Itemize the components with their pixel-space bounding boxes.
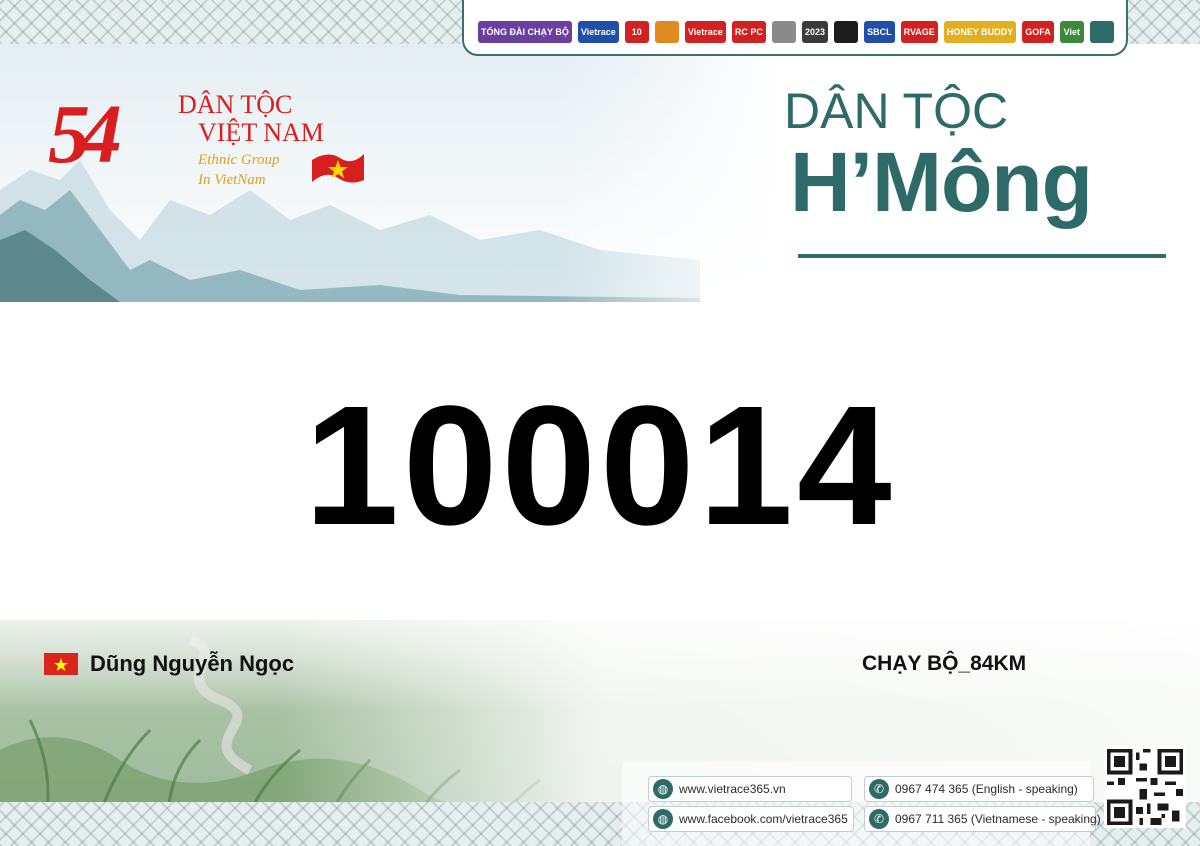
group-prefix: DÂN TỘC <box>784 83 1009 139</box>
phone-icon: ✆ <box>869 779 889 799</box>
contact-website[interactable]: ◍ www.vietrace365.vn <box>648 776 852 802</box>
sponsor-logo: 10 <box>624 21 649 43</box>
logo-number: 54 <box>48 88 122 181</box>
sponsor-logo: RC PC <box>731 21 766 43</box>
qr-code-image <box>1107 749 1183 825</box>
sponsor-bar: TỔNG ĐÀI CHẠY BỘ Vietrace 10 Vietrace RC PC 2… <box>462 0 1128 56</box>
vietnam-flag-icon <box>312 154 364 183</box>
sponsor-logo <box>771 21 796 43</box>
website-text: www.vietrace365.vn <box>679 782 786 796</box>
sponsor-logo: SBCL <box>864 21 895 43</box>
contact-phone-english[interactable]: ✆ 0967 474 365 (English - speaking) <box>864 776 1094 802</box>
contact-phone-vietnamese[interactable]: ✆ 0967 711 365 (Vietnamese - speaking) <box>864 806 1101 832</box>
sponsor-logo: 2023 <box>801 21 828 43</box>
sponsor-logo <box>1089 21 1114 43</box>
runner-name: Dũng Nguyễn Ngọc <box>90 651 295 676</box>
logo-line-1: DÂN TỘC <box>178 90 293 119</box>
sponsor-logo <box>654 21 679 43</box>
globe-icon: ◍ <box>653 779 673 799</box>
qr-code[interactable] <box>1104 746 1186 828</box>
phone-icon: ✆ <box>869 809 889 829</box>
bib-number-panel: 100014 <box>0 302 1200 620</box>
contact-facebook[interactable]: ◍ www.facebook.com/vietrace365 <box>648 806 854 832</box>
sponsor-logo: Viet <box>1059 21 1084 43</box>
sponsor-logo: Vietrace <box>684 21 726 43</box>
phone-english-text: 0967 474 365 (English - speaking) <box>895 782 1078 796</box>
sponsor-logo: GOFA <box>1022 21 1054 43</box>
sponsor-logo: TỔNG ĐÀI CHẠY BỘ <box>478 21 572 43</box>
vietnam-flag-icon <box>44 653 78 675</box>
runner-info: Dũng Nguyễn Ngọc <box>44 651 294 677</box>
sponsor-logo: RVAGE <box>900 21 938 43</box>
race-category: CHẠY BỘ_84KM <box>862 652 1027 675</box>
ethnic-group-title: DÂN TỘC H’Mông <box>778 82 1178 262</box>
sponsor-logo <box>834 21 859 43</box>
contact-box <box>622 762 1090 846</box>
54-ethnic-groups-logo: 54 DÂN TỘC VIỆT NAM Ethnic Group In Viet… <box>48 86 378 206</box>
bib-number: 100014 <box>304 371 896 561</box>
logo-english-2: In VietNam <box>198 172 266 188</box>
facebook-text: www.facebook.com/vietrace365 <box>679 812 848 826</box>
title-underline <box>798 254 1166 258</box>
phone-vietnamese-text: 0967 711 365 (Vietnamese - speaking) <box>895 812 1101 826</box>
logo-english-1: Ethnic Group <box>198 152 280 168</box>
sponsor-logo: HONEY BUDDY <box>943 21 1017 43</box>
group-name: H’Mông <box>790 135 1093 229</box>
logo-line-2: VIỆT NAM <box>198 118 324 147</box>
sponsor-logo: Vietrace <box>577 21 619 43</box>
globe-icon: ◍ <box>653 809 673 829</box>
